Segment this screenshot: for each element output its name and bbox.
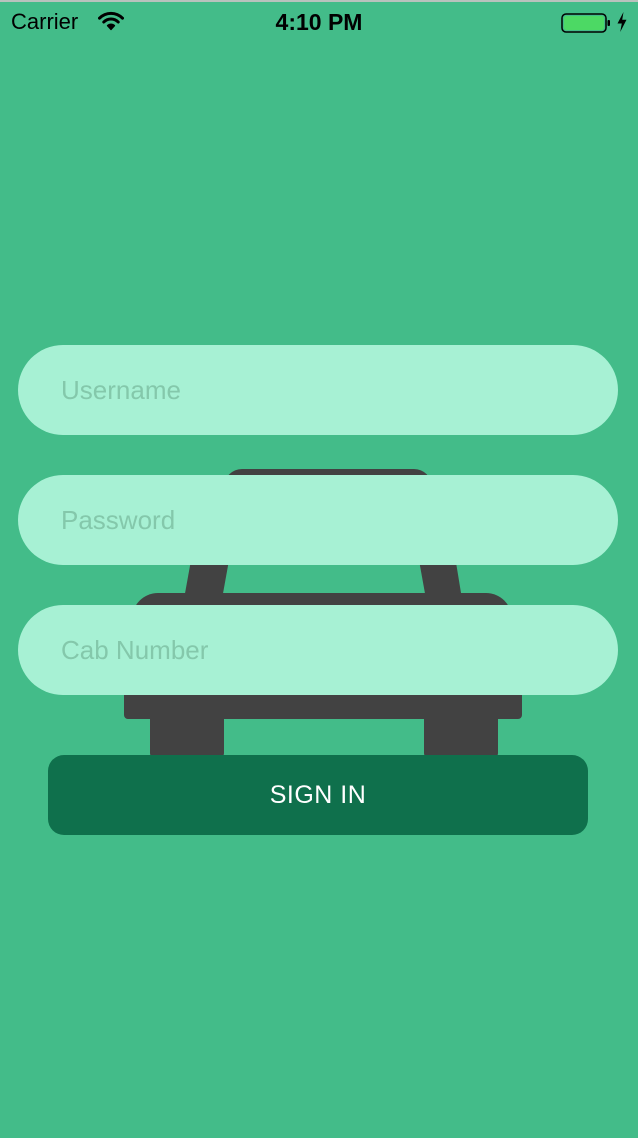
battery-icon <box>561 13 610 33</box>
login-screen: Carrier 4:10 PM Username Cab Number SIGN… <box>0 0 638 1138</box>
username-input[interactable] <box>18 345 618 435</box>
password-field <box>18 475 618 565</box>
status-bar: Carrier 4:10 PM <box>0 2 638 42</box>
cab-number-field <box>18 605 618 695</box>
cab-number-input[interactable] <box>18 605 618 695</box>
username-field <box>18 345 618 435</box>
password-input[interactable] <box>18 475 618 565</box>
sign-in-button[interactable]: SIGN IN <box>48 755 588 835</box>
charging-icon <box>617 12 627 32</box>
clock: 4:10 PM <box>275 9 363 35</box>
